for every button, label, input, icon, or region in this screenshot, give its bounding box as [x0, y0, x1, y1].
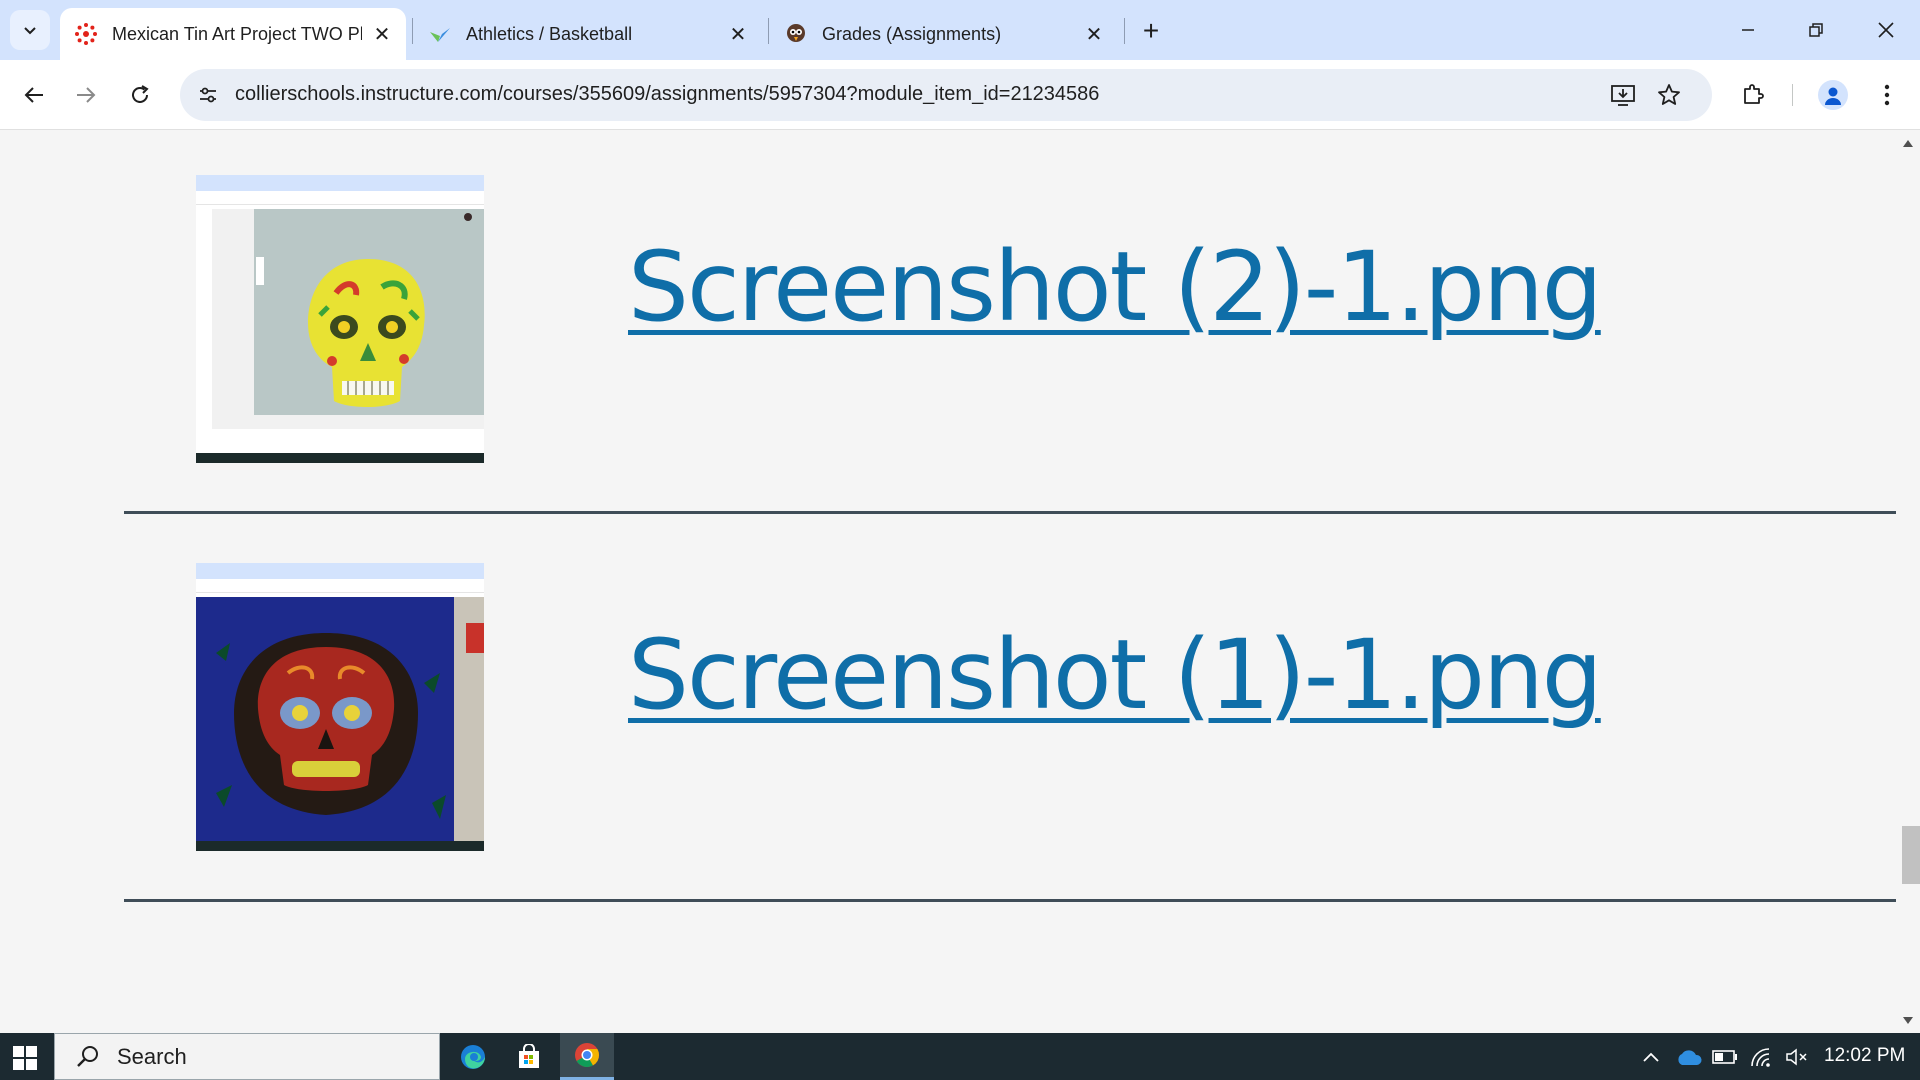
- install-app-icon[interactable]: [1608, 80, 1638, 110]
- close-icon: [1878, 22, 1894, 38]
- taskbar-clock[interactable]: 12:02 PM: [1824, 1045, 1905, 1067]
- windows-logo-icon: [13, 1046, 37, 1070]
- canvas-icon: [74, 22, 98, 46]
- screen: Mexican Tin Art Project TWO Pl ✕ Athleti…: [0, 0, 1920, 1080]
- minimize-button[interactable]: [1724, 10, 1772, 50]
- tab-athletics-basketball[interactable]: Athletics / Basketball ✕: [414, 8, 762, 60]
- yellow-skull-thumbnail: [212, 209, 484, 429]
- search-label: Search: [117, 1043, 187, 1069]
- edge-icon: [461, 1044, 485, 1069]
- new-tab-button[interactable]: +: [1134, 14, 1168, 48]
- show-hidden-icons[interactable]: [1636, 1042, 1666, 1072]
- onedrive-tray[interactable]: [1674, 1042, 1704, 1072]
- section-divider: [124, 511, 1896, 514]
- back-button[interactable]: [12, 73, 56, 117]
- attachment-thumbnail[interactable]: [196, 175, 484, 463]
- reload-icon: [132, 85, 149, 103]
- attachment-link[interactable]: Screenshot (2)-1.png: [628, 231, 1603, 343]
- arrow-right-icon: [77, 87, 96, 103]
- taskbar-search-box[interactable]: Search: [54, 1033, 440, 1080]
- browser-toolbar: collierschools.instructure.com/courses/3…: [0, 60, 1920, 130]
- tab-title: Mexican Tin Art Project TWO Pl: [112, 23, 362, 44]
- thumbnail-taskbar: [196, 841, 484, 851]
- thumbnail-taskbar: [196, 453, 484, 463]
- windows-taskbar: Search 12:02 PM: [0, 1033, 1920, 1080]
- chevron-up-icon: [1643, 1052, 1659, 1062]
- wifi-icon: [1751, 1048, 1770, 1067]
- tab-separator: [768, 18, 769, 44]
- restore-icon: [1809, 23, 1823, 37]
- attachment-thumbnail[interactable]: [196, 563, 484, 851]
- tab-close-icon[interactable]: ✕: [1082, 22, 1106, 46]
- tab-separator: [1124, 18, 1125, 44]
- search-icon: [73, 1042, 103, 1072]
- person-icon: [1825, 87, 1841, 105]
- cloud-icon: [1678, 1050, 1702, 1065]
- restore-button[interactable]: [1792, 10, 1840, 50]
- dark-skull-thumbnail: [196, 597, 484, 841]
- section-divider: [124, 899, 1896, 902]
- close-window-button[interactable]: [1862, 10, 1910, 50]
- avatar: [1818, 80, 1848, 110]
- tab-close-icon[interactable]: ✕: [370, 22, 394, 46]
- battery-icon: [1712, 1050, 1737, 1064]
- athletics-icon: [428, 22, 452, 46]
- tab-title: Athletics / Basketball: [466, 23, 633, 44]
- more-vertical-icon: [1884, 84, 1890, 106]
- network-tray[interactable]: [1746, 1042, 1776, 1072]
- grades-icon: [784, 22, 808, 46]
- page-content: Screenshot (2)-1.png Screenshot (1)-1.pn…: [0, 131, 1920, 1033]
- profile-button[interactable]: [1813, 75, 1853, 115]
- tab-grades-assignments[interactable]: Grades (Assignments) ✕: [770, 8, 1118, 60]
- toolbar-divider: [1792, 84, 1793, 106]
- store-icon: [519, 1043, 539, 1068]
- scroll-up-icon[interactable]: [1902, 137, 1914, 149]
- scrollbar-thumb[interactable]: [1902, 826, 1920, 884]
- arrow-left-icon: [24, 87, 43, 103]
- taskbar-chrome[interactable]: [560, 1033, 614, 1080]
- page-scrollbar[interactable]: [1896, 131, 1920, 1033]
- taskbar-edge[interactable]: [446, 1033, 500, 1080]
- chrome-icon: [575, 1043, 599, 1068]
- taskbar-store[interactable]: [502, 1033, 556, 1080]
- puzzle-icon: [1744, 84, 1764, 104]
- chevron-down-icon: [24, 27, 36, 35]
- site-settings-icon[interactable]: [194, 81, 222, 109]
- tab-close-icon[interactable]: ✕: [726, 22, 750, 46]
- tab-mexican-tin-art[interactable]: Mexican Tin Art Project TWO Pl ✕: [60, 8, 406, 60]
- minimize-icon: [1742, 29, 1754, 31]
- address-bar[interactable]: collierschools.instructure.com/courses/3…: [180, 69, 1712, 121]
- battery-tray[interactable]: [1710, 1042, 1740, 1072]
- windows-start-button[interactable]: [12, 1045, 38, 1071]
- volume-muted-icon: [1786, 1048, 1807, 1066]
- tab-strip: Mexican Tin Art Project TWO Pl ✕ Athleti…: [0, 0, 1920, 60]
- reload-button[interactable]: [118, 73, 162, 117]
- tab-search-button[interactable]: [10, 10, 50, 50]
- attachment-link[interactable]: Screenshot (1)-1.png: [628, 619, 1603, 731]
- menu-button[interactable]: [1867, 75, 1907, 115]
- tab-separator: [412, 18, 413, 44]
- volume-tray[interactable]: [1782, 1042, 1812, 1072]
- extensions-button[interactable]: [1733, 75, 1773, 115]
- scroll-down-icon[interactable]: [1902, 1015, 1914, 1027]
- bookmark-star-icon[interactable]: [1654, 80, 1684, 110]
- tab-title: Grades (Assignments): [822, 23, 1002, 44]
- forward-button[interactable]: [64, 73, 108, 117]
- url-text[interactable]: collierschools.instructure.com/courses/3…: [235, 83, 1099, 106]
